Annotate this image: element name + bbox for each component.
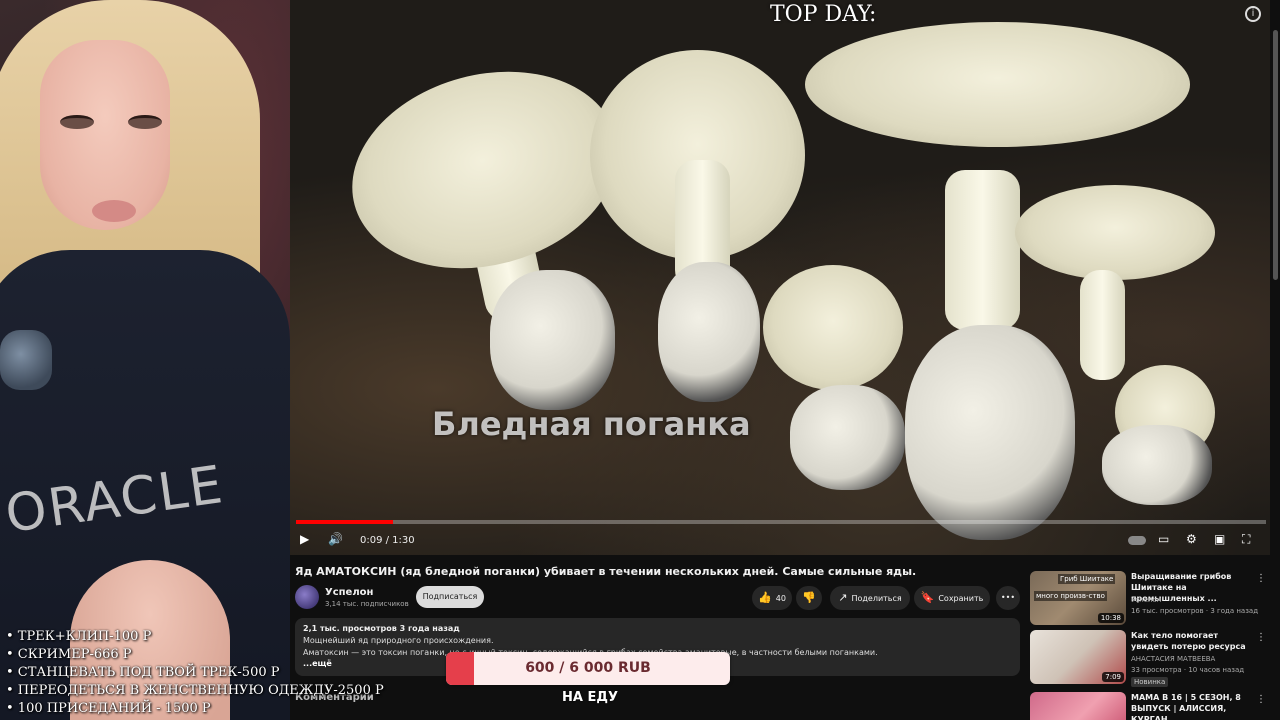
video-overlay-title: Бледная поганка [432, 405, 751, 443]
info-icon[interactable]: i [1245, 6, 1261, 22]
video-thumbnail[interactable]: 7:09 [1030, 630, 1126, 684]
thumbnail-caption: Гриб Шиитаке [1058, 574, 1116, 584]
donation-item: • ТРЕК+КЛИП-100 Р [6, 629, 152, 644]
like-count: 40 [775, 594, 786, 603]
webcam-feed: ORACLE [0, 0, 290, 720]
more-vert-icon[interactable]: ⋮ [1256, 694, 1266, 705]
mushroom-volva [790, 385, 905, 490]
player-controls: ▶ 🔊 0:09 / 1:30 ▭ ⚙ ▣ ⛶ [296, 528, 1266, 554]
video-title: Яд АМАТОКСИН (яд бледной поганки) убивае… [295, 565, 917, 578]
donation-price-list: • ТРЕК+КЛИП-100 Р • СКРИМЕР-666 Р • СТАН… [6, 628, 384, 718]
share-button[interactable]: ↗ Поделиться [830, 586, 910, 610]
donation-item: • СКРИМЕР-666 Р [6, 647, 132, 662]
like-button[interactable]: 👍 40 [752, 586, 792, 610]
streamer-eye-right [128, 115, 162, 129]
channel-name[interactable]: Успелон [325, 587, 373, 598]
video-progress-bar[interactable] [296, 520, 1266, 524]
mushroom-egg [905, 325, 1075, 540]
thumb-up-icon: 👍 [758, 591, 772, 604]
mushroom-cap [1015, 185, 1215, 280]
video-duration: 10:38 [1097, 613, 1124, 623]
save-button[interactable]: 🔖 Сохранить [914, 586, 990, 610]
more-vert-icon[interactable]: ⋮ [1256, 573, 1266, 584]
fullscreen-icon[interactable]: ⛶ [1242, 532, 1250, 547]
recommended-video[interactable]: Гриб Шиитаке много произв-ство 10:38 Выр… [1030, 571, 1275, 629]
dislike-button[interactable]: 👎 [796, 586, 822, 610]
bookmark-icon: 🔖 [920, 591, 935, 604]
miniplayer-icon[interactable]: ▣ [1214, 532, 1225, 546]
share-icon: ↗ [838, 591, 848, 604]
progress-played [296, 520, 393, 524]
mushroom-volva [1102, 425, 1212, 505]
video-thumbnail[interactable] [1030, 692, 1126, 720]
recommended-channel[interactable]: АНАСТАСИЯ МАТВЕЕВА [1131, 655, 1215, 663]
volume-icon[interactable]: 🔊 [328, 532, 343, 546]
mushroom-cap [763, 265, 903, 390]
top-day-banner: TOP DAY: [770, 2, 877, 27]
video-thumbnail[interactable]: Гриб Шиитаке много произв-ство 10:38 [1030, 571, 1126, 625]
thumb-down-icon: 👎 [802, 591, 816, 604]
settings-icon[interactable]: ⚙ [1186, 532, 1197, 546]
recommended-video[interactable]: МАМА В 16 | 5 СЕЗОН, 8 ВЫПУСК | АЛИССИЯ,… [1030, 692, 1275, 720]
recommended-video[interactable]: 7:09 Как тело помогает увидеть потерю ре… [1030, 630, 1275, 688]
streamer-lips [92, 200, 136, 222]
channel-avatar[interactable] [295, 585, 319, 609]
donation-item: • СТАНЦЕВАТЬ ПОД ТВОЙ ТРЕК-500 Р [6, 665, 280, 680]
share-label: Поделиться [851, 594, 902, 603]
mushroom-volva [658, 262, 760, 402]
video-duration: 7:09 [1102, 672, 1124, 682]
donation-goal-bar: 600 / 6 000 RUB [446, 652, 730, 685]
streamer-eye-left [60, 115, 94, 129]
mushroom-volva [490, 270, 615, 410]
recommended-title[interactable]: Как тело помогает увидеть потерю ресурса [1131, 630, 1256, 652]
more-vert-icon[interactable]: ⋮ [1256, 632, 1266, 643]
subtitles-icon[interactable]: ▭ [1158, 532, 1169, 546]
autoplay-toggle[interactable] [1128, 536, 1146, 545]
mushroom-stem [945, 170, 1020, 330]
thumbnail-caption: много произв-ство [1034, 591, 1107, 601]
donation-item: • ПЕРЕОДЕТЬСЯ В ЖЕНСТВЕННУЮ ОДЕЖДУ-2500 … [6, 683, 384, 698]
recommended-meta: 33 просмотра · 10 часов назад [1131, 666, 1245, 674]
donation-goal-amount: 600 / 6 000 RUB [525, 660, 651, 676]
donation-goal-label: НА ЕДУ [562, 690, 618, 705]
microphone [0, 330, 52, 390]
more-actions-button[interactable]: ••• [996, 586, 1020, 610]
donation-item: • 100 ПРИСЕДАНИЙ - 1500 Р [6, 701, 211, 716]
recommended-meta: 16 тыс. просмотров · 3 года назад [1131, 607, 1259, 615]
recommended-title[interactable]: МАМА В 16 | 5 СЕЗОН, 8 ВЫПУСК | АЛИССИЯ,… [1131, 692, 1256, 720]
page-scrollbar[interactable] [1273, 30, 1278, 280]
recommended-channel[interactable]: Успелон [1131, 596, 1161, 604]
new-badge: Новинка [1131, 677, 1169, 687]
mushroom-cap [805, 22, 1190, 147]
play-icon[interactable]: ▶ [300, 532, 309, 546]
save-label: Сохранить [938, 594, 984, 603]
mushroom-stem [1080, 270, 1125, 380]
video-player[interactable] [290, 0, 1270, 555]
video-time: 0:09 / 1:30 [360, 535, 415, 546]
channel-subscriber-count: 3,14 тыс. подписчиков [325, 600, 409, 608]
subscribe-button[interactable]: Подписаться [416, 586, 484, 608]
